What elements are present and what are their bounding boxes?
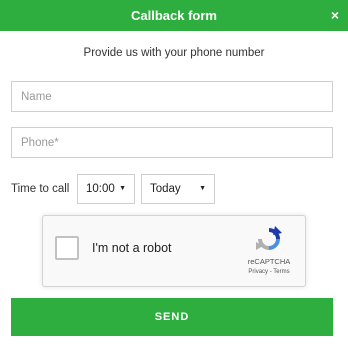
send-button[interactable]: SEND (11, 298, 333, 336)
recaptcha-checkbox[interactable] (55, 236, 79, 260)
recaptcha-brand: reCAPTCHA (247, 257, 291, 266)
recaptcha-privacy-terms[interactable]: Privacy - Terms (239, 269, 299, 275)
day-select-value: Today (150, 183, 181, 195)
recaptcha-label: I'm not a robot (92, 241, 172, 255)
form-subtitle: Provide us with your phone number (83, 47, 265, 59)
name-input[interactable] (11, 81, 333, 112)
recaptcha-widget: I'm not a robot reCAPTCHA Privacy - Term… (42, 215, 306, 287)
close-icon[interactable]: × (331, 0, 339, 31)
time-to-call-label: Time to call (11, 183, 70, 195)
recaptcha-logo-icon (256, 226, 282, 250)
modal-header: Callback form × (0, 0, 348, 31)
callback-modal: Callback form × Provide us with your pho… (0, 0, 348, 350)
day-select[interactable]: Today ▼ (141, 174, 215, 204)
time-select[interactable]: 10:00 ▼ (77, 174, 135, 204)
time-select-value: 10:00 (86, 183, 115, 195)
chevron-down-icon: ▼ (199, 185, 206, 192)
modal-title: Callback form (131, 8, 217, 23)
phone-input[interactable] (11, 127, 333, 158)
chevron-down-icon: ▼ (119, 185, 126, 192)
